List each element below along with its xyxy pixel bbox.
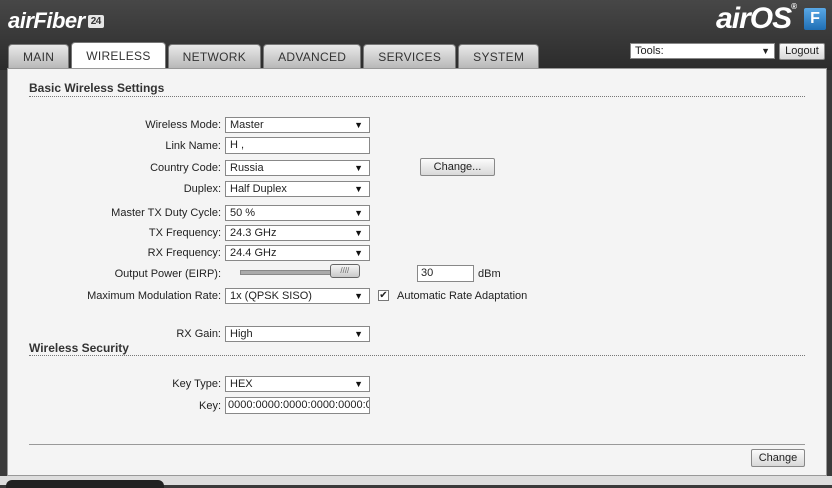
rx-frequency-value: 24.4 GHz — [230, 247, 277, 259]
duplex-label: Duplex: — [183, 183, 221, 195]
max-modulation-select[interactable]: 1x (QPSK SISO) ▼ — [225, 288, 370, 304]
auto-rate-checkbox[interactable]: ✔ — [378, 290, 389, 301]
dropdown-arrow-icon: ▼ — [354, 228, 363, 238]
output-power-label: Output Power (EIRP): — [114, 268, 221, 280]
dropdown-arrow-icon: ▼ — [354, 248, 363, 258]
max-modulation-value: 1x (QPSK SISO) — [230, 290, 312, 302]
tab-services[interactable]: SERVICES — [363, 44, 457, 68]
dropdown-arrow-icon: ▼ — [354, 184, 363, 194]
country-code-select[interactable]: Russia ▼ — [225, 160, 370, 176]
dropdown-arrow-icon: ▼ — [354, 163, 363, 173]
duty-cycle-select[interactable]: 50 % ▼ — [225, 205, 370, 221]
airos-logo-text: airOS — [716, 2, 792, 35]
wireless-mode-value: Master — [230, 119, 264, 131]
tab-network[interactable]: NETWORK — [167, 44, 262, 68]
dropdown-arrow-icon: ▼ — [354, 329, 363, 339]
rx-gain-label: RX Gain: — [176, 328, 221, 340]
tab-wireless[interactable]: WIRELESS — [71, 42, 166, 68]
airos-logo: airOS® — [716, 2, 797, 36]
tab-system[interactable]: SYSTEM — [458, 44, 540, 68]
output-power-unit: dBm — [478, 268, 501, 280]
checkmark-icon: ✔ — [379, 290, 388, 301]
wireless-settings-panel: Basic Wireless Settings Wireless Mode: M… — [7, 68, 827, 476]
tab-advanced[interactable]: ADVANCED — [263, 44, 362, 68]
basic-wireless-settings-title: Basic Wireless Settings — [29, 81, 165, 95]
top-header: airFiber 24 airOS® F MAIN WIRELESS NETWO… — [0, 0, 832, 70]
dropdown-arrow-icon: ▼ — [761, 46, 770, 56]
max-modulation-label: Maximum Modulation Rate: — [87, 290, 221, 302]
key-label: Key: — [198, 400, 221, 412]
section-divider — [29, 355, 805, 356]
country-change-button[interactable]: Change... — [420, 158, 495, 176]
wireless-mode-select[interactable]: Master ▼ — [225, 117, 370, 133]
airfiber-logo-text: airFiber — [8, 8, 85, 33]
tab-main[interactable]: MAIN — [8, 44, 70, 68]
country-code-label: Country Code: — [150, 162, 221, 174]
wireless-security-title: Wireless Security — [29, 341, 129, 355]
tx-frequency-label: TX Frequency: — [148, 227, 221, 239]
change-button[interactable]: Change — [751, 449, 805, 467]
tools-dropdown[interactable]: Tools: ▼ — [630, 43, 775, 59]
status-indicator — [6, 480, 164, 488]
rx-frequency-select[interactable]: 24.4 GHz ▼ — [225, 245, 370, 261]
airos-f-badge-icon: F — [804, 8, 826, 30]
airfiber-model-badge: 24 — [87, 14, 104, 28]
section-divider — [29, 96, 805, 97]
key-type-select[interactable]: HEX ▼ — [225, 376, 370, 392]
dropdown-arrow-icon: ▼ — [354, 291, 363, 301]
duty-cycle-value: 50 % — [230, 207, 256, 219]
rx-frequency-label: RX Frequency: — [147, 247, 221, 259]
output-power-slider-handle[interactable]: //// — [329, 264, 360, 278]
airfiber-logo: airFiber 24 — [8, 6, 104, 36]
main-tabs: MAIN WIRELESS NETWORK ADVANCED SERVICES … — [8, 42, 540, 68]
tools-dropdown-value: Tools: — [635, 45, 664, 57]
duplex-select[interactable]: Half Duplex ▼ — [225, 181, 370, 197]
duty-cycle-label: Master TX Duty Cycle: — [111, 207, 221, 219]
logout-button[interactable]: Logout — [779, 43, 825, 60]
registered-mark: ® — [791, 2, 797, 11]
key-input[interactable]: 0000:0000:0000:0000:0000:0 — [225, 397, 370, 414]
dropdown-arrow-icon: ▼ — [354, 208, 363, 218]
footer-divider — [29, 444, 805, 445]
duplex-value: Half Duplex — [230, 183, 287, 195]
link-name-label: Link Name: — [165, 140, 221, 152]
rx-gain-value: High — [230, 328, 253, 340]
tx-frequency-value: 24.3 GHz — [230, 227, 277, 239]
key-type-value: HEX — [230, 378, 253, 390]
output-power-input[interactable]: 30 — [417, 265, 474, 282]
wireless-mode-label: Wireless Mode: — [145, 119, 221, 131]
dropdown-arrow-icon: ▼ — [354, 120, 363, 130]
key-type-label: Key Type: — [172, 378, 221, 390]
auto-rate-label: Automatic Rate Adaptation — [397, 290, 528, 302]
tx-frequency-select[interactable]: 24.3 GHz ▼ — [225, 225, 370, 241]
dropdown-arrow-icon: ▼ — [354, 379, 363, 389]
rx-gain-select[interactable]: High ▼ — [225, 326, 370, 342]
country-code-value: Russia — [230, 162, 264, 174]
link-name-input[interactable]: H , — [225, 137, 370, 154]
